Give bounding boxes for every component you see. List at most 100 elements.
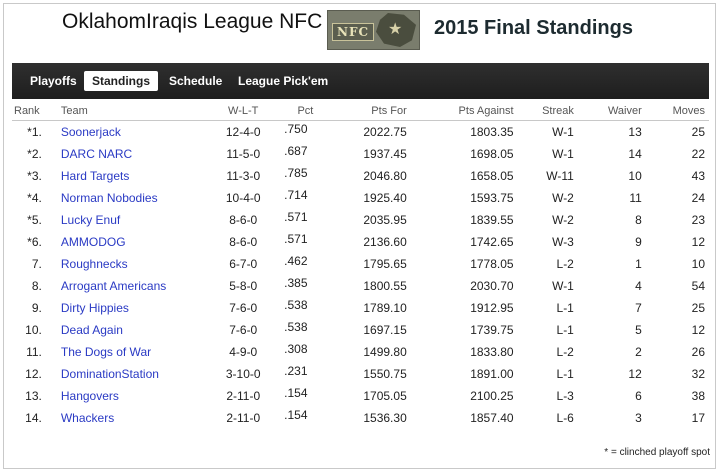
pts-for-cell: 1800.55 <box>363 279 407 293</box>
team-link[interactable]: DARC NARC <box>61 147 132 161</box>
team-link[interactable]: Arrogant Americans <box>61 279 166 293</box>
table-row: 8. Arrogant Americans 5-8-0 .385 1800.55 2030… <box>12 275 709 297</box>
team-cell: The Dogs of War <box>50 341 208 363</box>
waiver-cell: 8 <box>635 213 642 227</box>
table-row: *3. Hard Targets 11-3-0 .785 2046.80 1658.05 W… <box>12 165 709 187</box>
pct-cell: .538 <box>278 319 332 341</box>
pct-value: .571 <box>284 210 308 224</box>
pts-against-cell: 1698.05 <box>470 147 514 161</box>
col-header-pts-for[interactable]: Pts For <box>332 101 407 121</box>
tab-standings[interactable]: Standings <box>84 71 159 91</box>
table-row: 7. Roughnecks 6-7-0 .462 1795.65 1778.05 L-2 1 1… <box>12 253 709 275</box>
pct-cell: .231 <box>278 363 332 385</box>
team-link[interactable]: Roughnecks <box>61 257 128 271</box>
col-header-streak[interactable]: Streak <box>513 101 574 121</box>
streak-cell: W-11 <box>546 169 574 183</box>
streak-cell: L-2 <box>556 257 574 271</box>
moves-cell: 54 <box>691 279 705 293</box>
standings-table: Rank Team W-L-T Pct Pts For Pts Against … <box>12 101 709 429</box>
streak-cell: W-1 <box>552 279 574 293</box>
streak-cell: L-3 <box>556 389 574 403</box>
pct-cell: .385 <box>278 275 332 297</box>
team-link[interactable]: AMMODOG <box>61 235 126 249</box>
team-cell: DARC NARC <box>50 143 208 165</box>
rank-cell: 13. <box>25 389 42 403</box>
pct-value: .308 <box>284 342 308 356</box>
team-link[interactable]: Dead Again <box>61 323 123 337</box>
pct-cell: .714 <box>278 187 332 209</box>
table-row: 12. DominationStation 3-10-0 .231 1550.75 189… <box>12 363 709 385</box>
pct-cell: .571 <box>278 209 332 231</box>
tab-playoffs[interactable]: Playoffs <box>22 71 85 91</box>
team-link[interactable]: Dirty Hippies <box>61 301 129 315</box>
team-link[interactable]: Whackers <box>61 411 114 425</box>
waiver-cell: 10 <box>628 169 642 183</box>
season-title: 2015 Final Standings <box>434 17 633 39</box>
team-link[interactable]: The Dogs of War <box>61 345 151 359</box>
rank-cell: 7. <box>31 257 42 271</box>
team-cell: Arrogant Americans <box>50 275 208 297</box>
waiver-cell: 2 <box>635 345 642 359</box>
waiver-cell: 4 <box>635 279 642 293</box>
table-row: *6. AMMODOG 8-6-0 .571 2136.60 1742.65 W-3 9 12 <box>12 231 709 253</box>
col-header-moves[interactable]: Moves <box>641 101 709 121</box>
pct-value: .714 <box>284 188 308 202</box>
tab-league-pickem[interactable]: League Pick'em <box>230 71 336 91</box>
pct-value: .687 <box>284 144 308 158</box>
wlt-cell: 2-11-0 <box>226 389 261 403</box>
pts-for-cell: 2136.60 <box>363 235 407 249</box>
star-icon: ★ <box>388 21 403 38</box>
team-link[interactable]: Norman Nobodies <box>61 191 158 205</box>
moves-cell: 22 <box>691 147 705 161</box>
col-header-waiver[interactable]: Waiver <box>573 101 642 121</box>
pts-for-cell: 1705.05 <box>363 389 407 403</box>
team-link[interactable]: DominationStation <box>61 367 159 381</box>
wlt-cell: 11-3-0 <box>226 169 261 183</box>
pct-value: .154 <box>284 408 308 422</box>
pct-value: .571 <box>284 232 308 246</box>
tab-schedule[interactable]: Schedule <box>161 71 230 91</box>
team-cell: Lucky Enuf <box>50 209 208 231</box>
col-header-pct[interactable]: Pct <box>278 101 333 121</box>
table-row: 10. Dead Again 7-6-0 .538 1697.15 1739.75 L-1 5… <box>12 319 709 341</box>
moves-cell: 17 <box>691 411 705 425</box>
col-header-wlt[interactable]: W-L-T <box>208 101 279 121</box>
pts-for-cell: 1499.80 <box>363 345 407 359</box>
table-row: *1. Soonerjack 12-4-0 .750 2022.75 1803.35 W-1… <box>12 121 709 144</box>
streak-cell: W-3 <box>552 235 574 249</box>
moves-cell: 43 <box>691 169 705 183</box>
wlt-cell: 10-4-0 <box>225 191 261 205</box>
streak-cell: W-1 <box>552 125 574 139</box>
team-link[interactable]: Hard Targets <box>61 169 129 183</box>
waiver-cell: 11 <box>629 191 642 205</box>
rank-cell: 14. <box>25 411 42 425</box>
pts-against-cell: 1803.35 <box>470 125 514 139</box>
team-link[interactable]: Soonerjack <box>61 125 121 139</box>
pct-value: .538 <box>284 320 308 334</box>
pts-for-cell: 1795.65 <box>363 257 407 271</box>
table-row: 9. Dirty Hippies 7-6-0 .538 1789.10 1912.95 L-… <box>12 297 709 319</box>
streak-cell: L-1 <box>556 301 574 315</box>
streak-cell: W-1 <box>552 147 574 161</box>
pts-against-cell: 1912.95 <box>470 301 514 315</box>
wlt-cell: 5-8-0 <box>229 279 258 293</box>
waiver-cell: 5 <box>635 323 642 337</box>
table-row: 13. Hangovers 2-11-0 .154 1705.05 2100.25 L-3 6… <box>12 385 709 407</box>
col-header-team[interactable]: Team <box>49 101 209 121</box>
rank-cell: *6. <box>27 235 42 249</box>
pts-for-cell: 1536.30 <box>363 411 407 425</box>
wlt-cell: 6-7-0 <box>229 257 258 271</box>
pts-against-cell: 1891.00 <box>470 367 514 381</box>
table-row: 14. Whackers 2-11-0 .154 1536.30 1857.40 L-6 3 1… <box>12 407 709 429</box>
pts-for-cell: 2035.95 <box>363 213 407 227</box>
pct-cell: .785 <box>278 165 332 187</box>
rank-cell: *1. <box>27 125 42 139</box>
team-link[interactable]: Hangovers <box>61 389 119 403</box>
rank-cell: 12. <box>25 367 42 381</box>
pct-value: .385 <box>284 276 308 290</box>
col-header-rank[interactable]: Rank <box>12 101 50 121</box>
table-row: *2. DARC NARC 11-5-0 .687 1937.45 1698.05 W-1 1… <box>12 143 709 165</box>
team-link[interactable]: Lucky Enuf <box>61 213 120 227</box>
wlt-cell: 3-10-0 <box>225 367 261 381</box>
col-header-pts-against[interactable]: Pts Against <box>406 101 514 121</box>
